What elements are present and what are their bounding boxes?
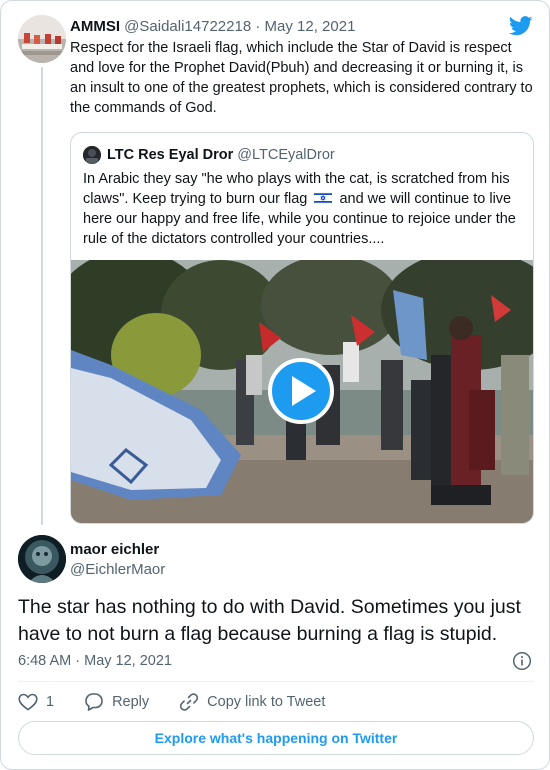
- link-icon: [180, 693, 199, 711]
- quoted-avatar: [83, 146, 101, 164]
- reply-author-name[interactable]: maor eichler: [70, 540, 159, 559]
- reply-label: Reply: [112, 693, 150, 710]
- author-name[interactable]: AMMSI: [70, 18, 120, 35]
- heart-icon: [18, 693, 38, 711]
- divider: [18, 681, 534, 682]
- embedded-tweet-card: AMMSI @Saidali14722218 · May 12, 2021 Re…: [0, 0, 550, 770]
- video-thumbnail[interactable]: [71, 260, 533, 523]
- quoted-author-name: LTC Res Eyal Dror: [107, 147, 234, 163]
- separator: ·: [75, 653, 81, 669]
- reply-author-handle[interactable]: @EichlerMaor: [70, 560, 165, 579]
- israel-flag-icon: [314, 192, 333, 204]
- reply-avatar-image: [18, 535, 66, 583]
- reply-avatar[interactable]: [18, 535, 66, 583]
- explore-twitter-button[interactable]: Explore what's happening on Twitter: [18, 721, 534, 755]
- parent-tweet-text: Respect for the Israeli flag, which incl…: [70, 40, 533, 116]
- tweet-date: May 12, 2021: [84, 653, 172, 669]
- quoted-tweet[interactable]: LTC Res Eyal Dror @LTCEyalDror In Arabic…: [70, 132, 534, 524]
- reply-bubble-icon: [85, 693, 103, 711]
- reply-tweet-text: The star has nothing to do with David. S…: [18, 596, 521, 645]
- reply-button[interactable]: Reply: [84, 692, 149, 712]
- author-handle[interactable]: @Saidali14722218: [124, 18, 251, 35]
- avatar[interactable]: [18, 15, 66, 63]
- action-bar: 1 Reply Copy link to Tweet: [18, 691, 355, 713]
- thread-connector: [41, 67, 43, 525]
- like-button[interactable]: 1: [18, 693, 54, 712]
- copy-link-button[interactable]: Copy link to Tweet: [179, 692, 325, 712]
- play-button[interactable]: [268, 358, 334, 424]
- quoted-avatar-image: [83, 146, 101, 164]
- quoted-author-handle: @LTCEyalDror: [237, 147, 335, 163]
- parent-tweet-header: AMMSI @Saidali14722218 · May 12, 2021: [70, 17, 355, 36]
- twitter-bird-icon[interactable]: [509, 16, 533, 36]
- tweet-timestamp[interactable]: 6:48 AM · May 12, 2021: [18, 652, 172, 671]
- like-count: 1: [46, 693, 55, 710]
- avatar-image: [18, 15, 66, 63]
- separator: ·: [255, 18, 261, 35]
- tweet-time: 6:48 AM: [18, 653, 72, 669]
- quoted-tweet-text: In Arabic they say "he who plays with th…: [83, 169, 523, 249]
- info-icon[interactable]: [512, 651, 532, 671]
- quoted-tweet-header: LTC Res Eyal Dror @LTCEyalDror: [107, 146, 335, 165]
- tweet-date[interactable]: May 12, 2021: [265, 18, 356, 35]
- copy-link-label: Copy link to Tweet: [207, 693, 326, 710]
- play-icon: [292, 376, 316, 406]
